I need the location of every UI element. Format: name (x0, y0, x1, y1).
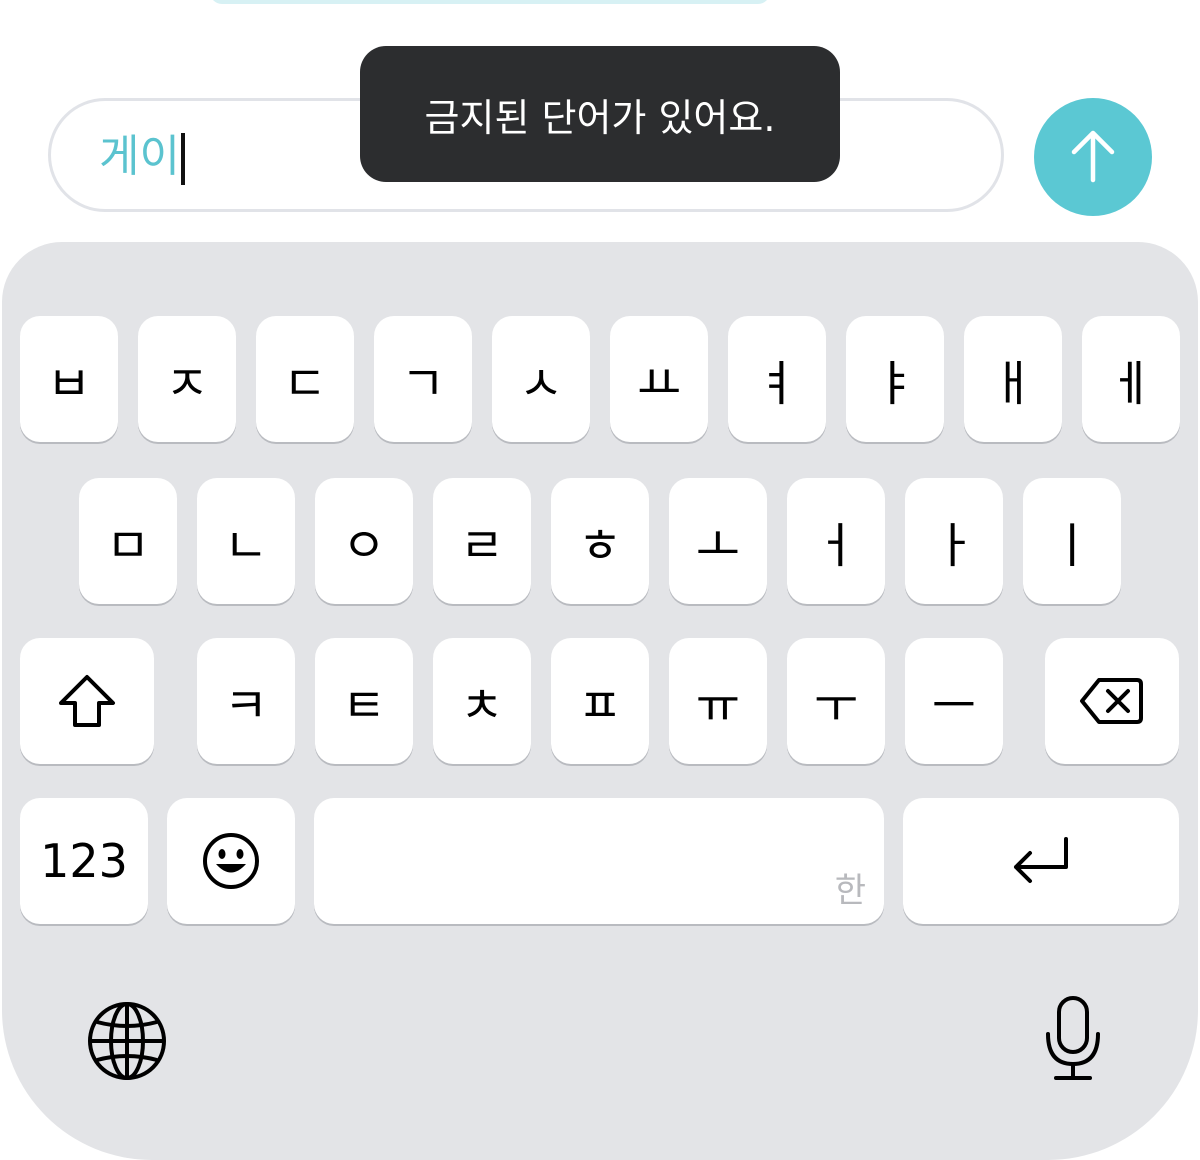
toast: 금지된 단어가 있어요. (360, 46, 840, 182)
key-label: ㅏ (931, 518, 977, 574)
previous-bubble-edge (210, 0, 770, 4)
key-label: ㅡ (931, 678, 977, 734)
shift-key[interactable] (20, 638, 154, 764)
key-label: ㅌ (341, 678, 387, 734)
key-label: ㅊ (459, 678, 505, 734)
key-label: ㅓ (813, 518, 859, 574)
message-input-value: 게이 (99, 131, 180, 182)
key-label: ㄷ (282, 356, 328, 412)
globe-icon[interactable] (86, 1000, 168, 1082)
key-e[interactable]: ㅔ (1082, 316, 1180, 442)
key-ch[interactable]: ㅊ (433, 638, 531, 764)
return-key[interactable] (903, 798, 1179, 924)
key-label: ㅣ (1049, 518, 1095, 574)
key-h[interactable]: ㅎ (551, 478, 649, 604)
return-icon (1014, 837, 1068, 883)
key-label: ㅍ (577, 678, 623, 734)
key-label: ㄱ (400, 356, 446, 412)
key-yeo[interactable]: ㅕ (728, 316, 826, 442)
key-t[interactable]: ㅌ (315, 638, 413, 764)
key-u[interactable]: ㅜ (787, 638, 885, 764)
key-label: ㄹ (459, 518, 505, 574)
key-b[interactable]: ㅂ (20, 316, 118, 442)
key-r[interactable]: ㄹ (433, 478, 531, 604)
key-eo[interactable]: ㅓ (787, 478, 885, 604)
key-p[interactable]: ㅍ (551, 638, 649, 764)
key-label: ㄴ (223, 518, 269, 574)
numbers-key-label: 123 (40, 834, 128, 888)
key-label: ㅋ (223, 678, 269, 734)
send-button[interactable] (1034, 98, 1152, 216)
key-d[interactable]: ㄷ (256, 316, 354, 442)
key-label: ㅈ (164, 356, 210, 412)
key-n[interactable]: ㄴ (197, 478, 295, 604)
key-label: ㅑ (872, 356, 918, 412)
key-label: ㅇ (341, 518, 387, 574)
shift-icon (59, 675, 115, 727)
keyboard: ㅂ ㅈ ㄷ ㄱ ㅅ ㅛ ㅕ ㅑ ㅐ ㅔ ㅁ ㄴ ㅇ ㄹ ㅎ ㅗ ㅓ ㅏ ㅣ ㅋ … (2, 242, 1198, 1160)
key-label: ㅎ (577, 518, 623, 574)
key-label: ㅔ (1108, 356, 1154, 412)
key-g[interactable]: ㄱ (374, 316, 472, 442)
key-a[interactable]: ㅏ (905, 478, 1003, 604)
backspace-key[interactable] (1045, 638, 1179, 764)
space-key[interactable]: 한 (314, 798, 884, 924)
key-label: ㅕ (754, 356, 800, 412)
key-label: ㅂ (46, 356, 92, 412)
space-key-hint: 한 (834, 871, 866, 911)
key-ng[interactable]: ㅇ (315, 478, 413, 604)
key-s[interactable]: ㅅ (492, 316, 590, 442)
toast-message: 금지된 단어가 있어요. (424, 95, 776, 140)
microphone-icon[interactable] (1042, 994, 1104, 1084)
key-label: ㅗ (695, 518, 741, 574)
key-eu[interactable]: ㅡ (905, 638, 1003, 764)
arrow-up-icon (1071, 130, 1115, 183)
emoji-icon (203, 833, 259, 889)
key-label: ㅁ (105, 518, 151, 574)
key-label: ㅛ (636, 356, 682, 412)
text-caret (181, 133, 185, 185)
key-yo[interactable]: ㅛ (610, 316, 708, 442)
emoji-key[interactable] (167, 798, 295, 924)
key-ya[interactable]: ㅑ (846, 316, 944, 442)
key-ae[interactable]: ㅐ (964, 316, 1062, 442)
key-o[interactable]: ㅗ (669, 478, 767, 604)
key-label: ㅅ (518, 356, 564, 412)
key-label: ㅠ (695, 678, 741, 734)
key-label: ㅜ (813, 678, 859, 734)
backspace-icon (1080, 678, 1143, 724)
key-m[interactable]: ㅁ (79, 478, 177, 604)
key-j[interactable]: ㅈ (138, 316, 236, 442)
key-k[interactable]: ㅋ (197, 638, 295, 764)
numbers-key[interactable]: 123 (20, 798, 148, 924)
key-i[interactable]: ㅣ (1023, 478, 1121, 604)
key-yu[interactable]: ㅠ (669, 638, 767, 764)
key-label: ㅐ (990, 356, 1036, 412)
